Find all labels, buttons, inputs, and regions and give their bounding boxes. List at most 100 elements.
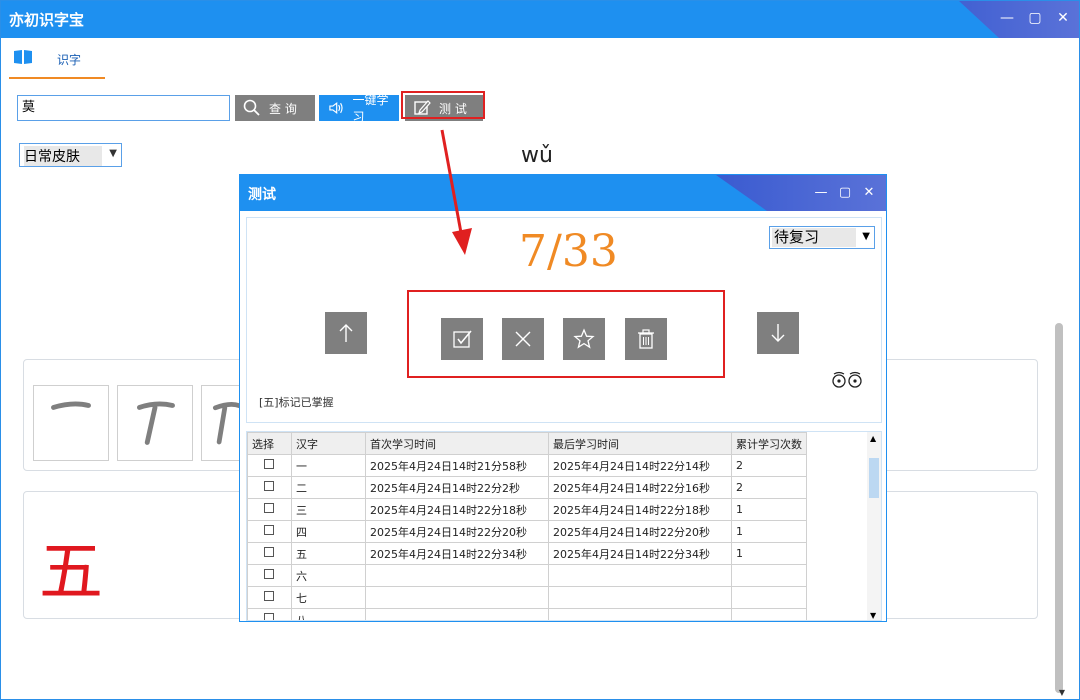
row-study-count: 2 (731, 476, 807, 499)
row-char: 六 (291, 564, 366, 587)
scroll-up-icon[interactable]: ▲ (870, 434, 876, 443)
maximize-button[interactable]: ▢ (1027, 10, 1043, 26)
row-first-time: 2025年4月24日14时22分18秒 (365, 498, 549, 521)
table-row[interactable]: 四 2025年4月24日14时22分20秒 2025年4月24日14时22分20秒 1 (247, 520, 807, 543)
down-arrow-icon (771, 324, 785, 342)
test-dialog: 测试 — ▢ ✕ 7/33 待复习 ▼ [五]标记已掌握 选择 汉字 首次学习时… (239, 174, 887, 622)
app-title: 亦初识字宝 (9, 11, 85, 29)
row-checkbox[interactable] (264, 481, 274, 491)
annotation-arrow (440, 129, 472, 255)
scroll-down-icon[interactable]: ▼ (870, 611, 876, 620)
row-checkbox[interactable] (264, 503, 274, 513)
row-checkbox[interactable] (264, 613, 274, 620)
action-buttons-highlight (407, 290, 725, 378)
row-first-time: 2025年4月24日14时22分2秒 (365, 476, 549, 499)
stroke-step-1 (33, 385, 109, 461)
table-scrollbar[interactable]: ▲ ▼ (867, 432, 881, 620)
dialog-title-bar: 测试 — ▢ ✕ (240, 175, 886, 211)
table-row[interactable]: 三 2025年4月24日14时22分18秒 2025年4月24日14时22分18秒 1 (247, 498, 807, 521)
eyes-icon[interactable] (831, 370, 863, 390)
row-checkbox[interactable] (264, 525, 274, 535)
header-last-time[interactable]: 最后学习时间 (548, 432, 732, 455)
dialog-close-button[interactable]: ✕ (862, 185, 876, 200)
table-row[interactable]: 七 (247, 586, 807, 609)
skin-selected-value: 日常皮肤 (24, 146, 102, 166)
minimize-button[interactable]: — (999, 10, 1015, 26)
review-filter-select[interactable]: 待复习 ▼ (769, 226, 875, 249)
row-select-cell[interactable] (247, 498, 292, 521)
row-last-time: 2025年4月24日14时22分34秒 (548, 542, 732, 565)
table-body: 一 2025年4月24日14时21分58秒 2025年4月24日14时22分14秒 2… (247, 454, 807, 620)
dialog-title: 测试 (248, 187, 276, 203)
row-checkbox[interactable] (264, 591, 274, 601)
book-icon (14, 50, 32, 64)
dialog-window-controls: — ▢ ✕ (814, 185, 876, 200)
pinyin-label: wǔ (521, 143, 553, 168)
row-last-time: 2025年4月24日14时22分18秒 (548, 498, 732, 521)
row-char: 四 (291, 520, 366, 543)
table-row[interactable]: 六 (247, 564, 807, 587)
chevron-down-icon: ▼ (862, 231, 870, 242)
scroll-down-icon[interactable]: ▼ (1059, 688, 1065, 697)
scroll-thumb[interactable] (869, 458, 879, 498)
header-first-time[interactable]: 首次学习时间 (365, 432, 549, 455)
row-select-cell[interactable] (247, 608, 292, 620)
table-row[interactable]: 一 2025年4月24日14时21分58秒 2025年4月24日14时22分14秒 2 (247, 454, 807, 477)
next-button[interactable] (757, 312, 799, 354)
row-last-time (548, 608, 732, 620)
query-button[interactable]: 查 询 (235, 95, 315, 121)
table-row[interactable]: 二 2025年4月24日14时22分2秒 2025年4月24日14时22分16秒 2 (247, 476, 807, 499)
row-first-time (365, 608, 549, 620)
row-char: 八 (291, 608, 366, 620)
mastered-status-note: [五]标记已掌握 (259, 396, 334, 409)
row-first-time (365, 586, 549, 609)
test-button-highlight (401, 91, 485, 119)
learn-label: 一键学习 (352, 93, 389, 124)
stroke-step-3 (201, 385, 243, 461)
one-click-learn-button[interactable]: 一键学习 (319, 93, 399, 124)
search-icon (243, 99, 260, 116)
tab-label: 识字 (57, 53, 82, 67)
dialog-maximize-button[interactable]: ▢ (838, 185, 852, 200)
current-character: 五 (39, 536, 103, 610)
row-checkbox[interactable] (264, 459, 274, 469)
close-button[interactable]: ✕ (1055, 10, 1071, 26)
row-last-time: 2025年4月24日14时22分20秒 (548, 520, 732, 543)
tab-literacy[interactable]: 识字 (9, 45, 105, 79)
search-input[interactable]: 莫 (17, 95, 230, 121)
row-select-cell[interactable] (247, 542, 292, 565)
skin-select[interactable]: 日常皮肤 ▼ (19, 143, 122, 167)
speaker-icon (329, 101, 343, 115)
row-select-cell[interactable] (247, 520, 292, 543)
test-panel: 7/33 待复习 ▼ [五]标记已掌握 (246, 217, 882, 423)
row-study-count (731, 608, 807, 620)
review-filter-value: 待复习 (772, 228, 856, 247)
row-char: 五 (291, 542, 366, 565)
row-study-count: 2 (731, 454, 807, 477)
header-char[interactable]: 汉字 (291, 432, 366, 455)
row-char: 七 (291, 586, 366, 609)
table-row[interactable]: 五 2025年4月24日14时22分34秒 2025年4月24日14时22分34秒 1 (247, 542, 807, 565)
row-last-time (548, 586, 732, 609)
table-row[interactable]: 八 (247, 608, 807, 620)
header-select[interactable]: 选择 (247, 432, 292, 455)
row-last-time: 2025年4月24日14时22分16秒 (548, 476, 732, 499)
header-study-count[interactable]: 累计学习次数 (731, 432, 807, 455)
previous-button[interactable] (325, 312, 367, 354)
row-checkbox[interactable] (264, 547, 274, 557)
row-first-time: 2025年4月24日14时22分20秒 (365, 520, 549, 543)
row-study-count: 1 (731, 520, 807, 543)
row-study-count (731, 586, 807, 609)
row-first-time: 2025年4月24日14时21分58秒 (365, 454, 549, 477)
row-study-count: 1 (731, 542, 807, 565)
main-scrollbar[interactable] (1055, 323, 1063, 693)
row-char: 二 (291, 476, 366, 499)
row-select-cell[interactable] (247, 564, 292, 587)
row-select-cell[interactable] (247, 476, 292, 499)
dialog-minimize-button[interactable]: — (814, 185, 828, 200)
row-char: 一 (291, 454, 366, 477)
row-select-cell[interactable] (247, 586, 292, 609)
row-select-cell[interactable] (247, 454, 292, 477)
row-checkbox[interactable] (264, 569, 274, 579)
row-last-time: 2025年4月24日14时22分14秒 (548, 454, 732, 477)
